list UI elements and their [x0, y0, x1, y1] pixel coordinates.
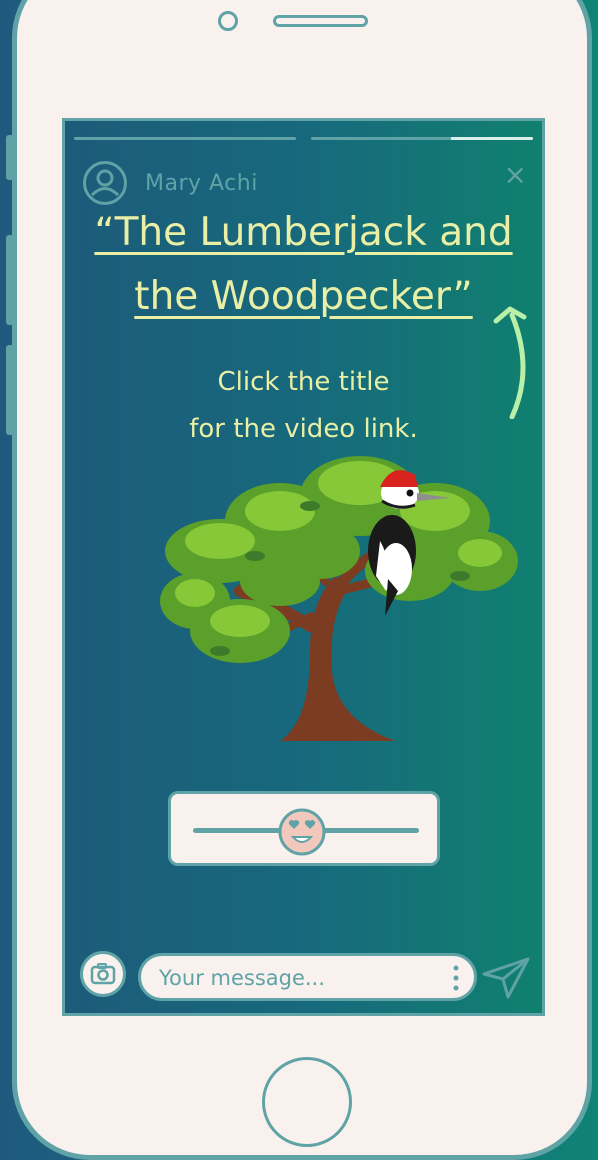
heart-eyes-emoji-icon[interactable]	[278, 808, 326, 856]
more-vertical-icon[interactable]	[452, 963, 460, 993]
story-progress-1	[74, 137, 296, 140]
front-camera	[218, 11, 238, 31]
user-name[interactable]: Mary Achi	[145, 171, 258, 196]
side-button-volume-down	[6, 345, 14, 435]
send-icon[interactable]	[481, 956, 531, 1000]
side-button-volume-up	[6, 235, 14, 325]
emoji-reaction-slider[interactable]	[168, 791, 440, 866]
instruction-line-2: for the video link.	[189, 414, 418, 444]
story-screen: Mary Achi × “The Lumberjack and the Wood…	[62, 118, 545, 1016]
camera-icon	[90, 963, 116, 985]
earpiece-speaker	[273, 15, 368, 27]
tree-with-woodpecker-illustration	[160, 456, 518, 741]
user-avatar-icon[interactable]	[83, 161, 127, 205]
home-button[interactable]	[262, 1057, 352, 1147]
camera-button[interactable]	[80, 951, 126, 997]
instruction-line-1: Click the title	[217, 367, 390, 397]
story-progress-2	[311, 137, 533, 140]
message-input[interactable]	[157, 962, 431, 994]
side-button-silent	[6, 135, 14, 180]
close-icon[interactable]: ×	[504, 161, 527, 189]
title-line-1[interactable]: “The Lumberjack and	[65, 201, 542, 265]
instruction-text: Click the title for the video link.	[65, 359, 542, 453]
story-title-link[interactable]: “The Lumberjack and the Woodpecker”	[65, 201, 542, 329]
message-field[interactable]	[138, 953, 477, 1001]
title-line-2[interactable]: the Woodpecker”	[65, 265, 542, 329]
